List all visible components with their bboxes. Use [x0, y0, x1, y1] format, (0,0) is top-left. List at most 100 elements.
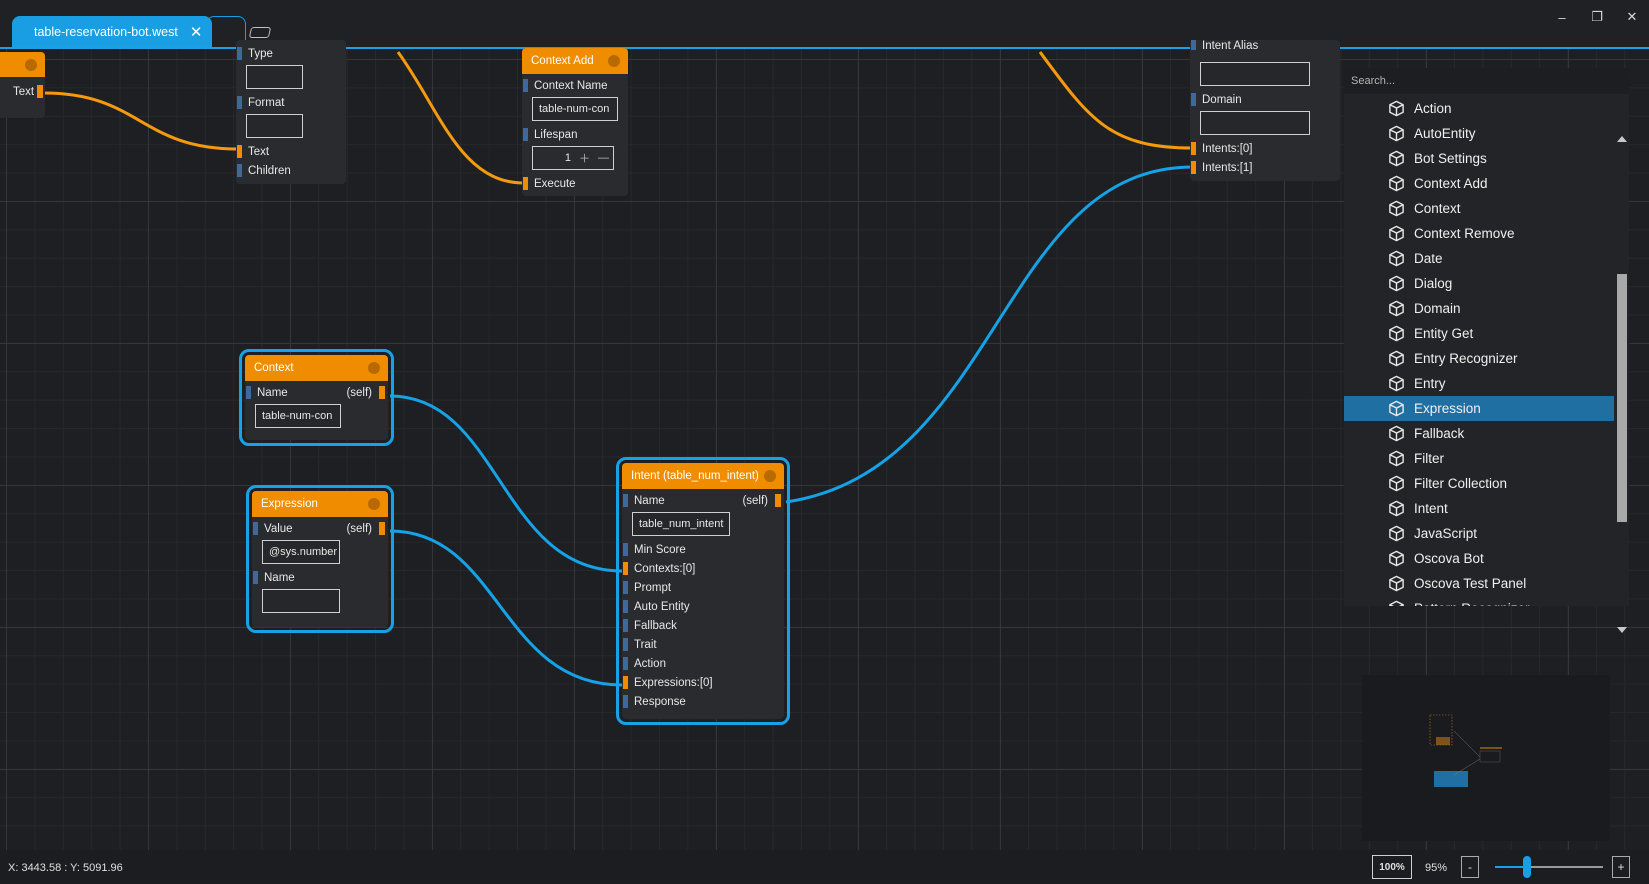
domain-field[interactable]	[1200, 111, 1310, 135]
input-pin[interactable]	[1191, 161, 1196, 174]
node-type-item[interactable]: Domain	[1344, 296, 1614, 321]
node-type-item[interactable]: Context Add	[1344, 171, 1614, 196]
input-pin[interactable]	[253, 571, 258, 584]
increment-icon[interactable]: ＋	[579, 150, 590, 166]
node-type-item[interactable]: Bot Settings	[1344, 146, 1614, 171]
node-type-item[interactable]: Oscova Bot	[1344, 546, 1614, 571]
lifespan-stepper[interactable]: 1 ＋ —	[532, 146, 614, 170]
zoom-out-button[interactable]: -	[1461, 856, 1479, 878]
port-label: Fallback	[634, 619, 677, 632]
node-intent[interactable]: Intent (table_num_intent) Name (self) ta…	[616, 457, 790, 725]
port-row-lifespan: Lifespan	[522, 125, 628, 144]
restore-button[interactable]: ❐	[1584, 6, 1610, 28]
node-type-item[interactable]: Context	[1344, 196, 1614, 221]
node-type-item[interactable]: Action	[1344, 96, 1614, 121]
input-pin[interactable]	[237, 164, 242, 177]
node-type-item[interactable]: Entry Recognizer	[1344, 346, 1614, 371]
input-pin[interactable]	[1191, 142, 1196, 155]
port-row-context-name: Context Name	[522, 76, 628, 95]
scroll-down-icon[interactable]	[1617, 627, 1627, 633]
input-pin[interactable]	[623, 638, 628, 651]
cube-icon	[1388, 525, 1405, 542]
port-row-name: Name (self)	[245, 383, 388, 402]
scroll-up-icon[interactable]	[1617, 136, 1627, 142]
close-window-button[interactable]: ✕	[1619, 6, 1645, 28]
input-pin[interactable]	[523, 177, 528, 190]
self-label: (self)	[742, 494, 768, 507]
scrollbar-thumb[interactable]	[1617, 274, 1627, 522]
node-type-item[interactable]: Entry	[1344, 371, 1614, 396]
intent-name-field[interactable]: table_num_intent	[632, 512, 730, 536]
minimap[interactable]	[1362, 675, 1610, 841]
output-pin[interactable]	[379, 386, 385, 399]
port-label: Action	[634, 657, 666, 670]
expression-name-field[interactable]	[262, 589, 340, 613]
node-search-input[interactable]	[1344, 68, 1629, 94]
input-pin[interactable]	[1191, 93, 1196, 106]
input-pin[interactable]	[523, 128, 528, 141]
input-pin[interactable]	[623, 695, 628, 708]
port-label: Prompt	[634, 581, 672, 594]
port-row-auto-entity: Auto Entity	[622, 597, 784, 616]
output-pin[interactable]	[379, 522, 385, 535]
node-type-list[interactable]: Action AutoEntity Bot Settings Context Add C…	[1344, 96, 1614, 606]
type-field[interactable]	[246, 65, 303, 89]
node-type-item[interactable]: Oscova Test Panel	[1344, 571, 1614, 596]
input-pin[interactable]	[253, 522, 258, 535]
node-partial-left[interactable]: Text	[0, 52, 45, 118]
input-pin[interactable]	[1191, 40, 1196, 50]
context-name-field[interactable]: table-num-con	[255, 404, 341, 428]
input-pin[interactable]	[623, 494, 628, 507]
tab-close-icon[interactable]: ✕	[190, 25, 203, 40]
zoom-in-button[interactable]: +	[1612, 856, 1630, 878]
output-pin[interactable]	[775, 494, 781, 507]
node-type-item[interactable]: AutoEntity	[1344, 121, 1614, 146]
node-context[interactable]: Context Name (self) table-num-con	[239, 349, 394, 446]
node-context-add[interactable]: Context Add Context Name table-num-con L…	[522, 48, 628, 196]
input-pin[interactable]	[623, 543, 628, 556]
tab-table-reservation-bot[interactable]: table-reservation-bot.west ✕	[12, 16, 212, 48]
node-title: Intent (table_num_intent)	[631, 470, 759, 482]
node-type-item[interactable]: Dialog	[1344, 271, 1614, 296]
node-type-item[interactable]: Expression	[1344, 396, 1614, 421]
node-type-item[interactable]: Intent	[1344, 496, 1614, 521]
node-partial-type[interactable]: Type Format Text Children	[236, 40, 346, 184]
node-expression[interactable]: Expression Value (self) @sys.number Name	[246, 485, 394, 633]
input-pin[interactable]	[623, 600, 628, 613]
format-field[interactable]	[246, 114, 303, 138]
output-pin[interactable]	[37, 85, 43, 98]
node-type-item[interactable]: Date	[1344, 246, 1614, 271]
node-type-label: AutoEntity	[1414, 126, 1476, 141]
decrement-icon[interactable]: —	[598, 152, 609, 164]
node-type-item[interactable]: Entity Get	[1344, 321, 1614, 346]
node-type-item[interactable]: Filter	[1344, 446, 1614, 471]
node-partial-intent-alias[interactable]: Intent Alias Domain Intents:[0] Intents:…	[1190, 40, 1340, 181]
self-label: (self)	[346, 386, 372, 399]
list-scrollbar[interactable]	[1616, 100, 1629, 633]
intent-alias-field[interactable]	[1200, 62, 1310, 86]
node-type-item[interactable]: JavaScript	[1344, 521, 1614, 546]
input-pin[interactable]	[623, 562, 628, 575]
node-type-item[interactable]: Pattern Recognizer	[1344, 596, 1614, 606]
port-row-trait: Trait	[622, 635, 784, 654]
node-type-item[interactable]: Context Remove	[1344, 221, 1614, 246]
expression-value-field[interactable]: @sys.number	[262, 540, 340, 564]
node-type-item[interactable]: Filter Collection	[1344, 471, 1614, 496]
minimize-button[interactable]: –	[1549, 6, 1575, 28]
zoom-slider-thumb[interactable]	[1523, 856, 1532, 878]
input-pin[interactable]	[237, 145, 242, 158]
input-pin[interactable]	[237, 47, 242, 60]
node-type-item[interactable]: Fallback	[1344, 421, 1614, 446]
context-name-field[interactable]: table-num-con	[532, 97, 618, 121]
zoom-reset-button[interactable]: 100%	[1372, 855, 1412, 879]
input-pin[interactable]	[623, 619, 628, 632]
input-pin[interactable]	[246, 386, 251, 399]
node-type-label: Action	[1414, 101, 1452, 116]
input-pin[interactable]	[623, 676, 628, 689]
input-pin[interactable]	[523, 79, 528, 92]
input-pin[interactable]	[237, 96, 242, 109]
port-row-name: Name	[252, 568, 388, 587]
input-pin[interactable]	[623, 657, 628, 670]
new-tab-button[interactable]	[248, 27, 272, 38]
input-pin[interactable]	[623, 581, 628, 594]
